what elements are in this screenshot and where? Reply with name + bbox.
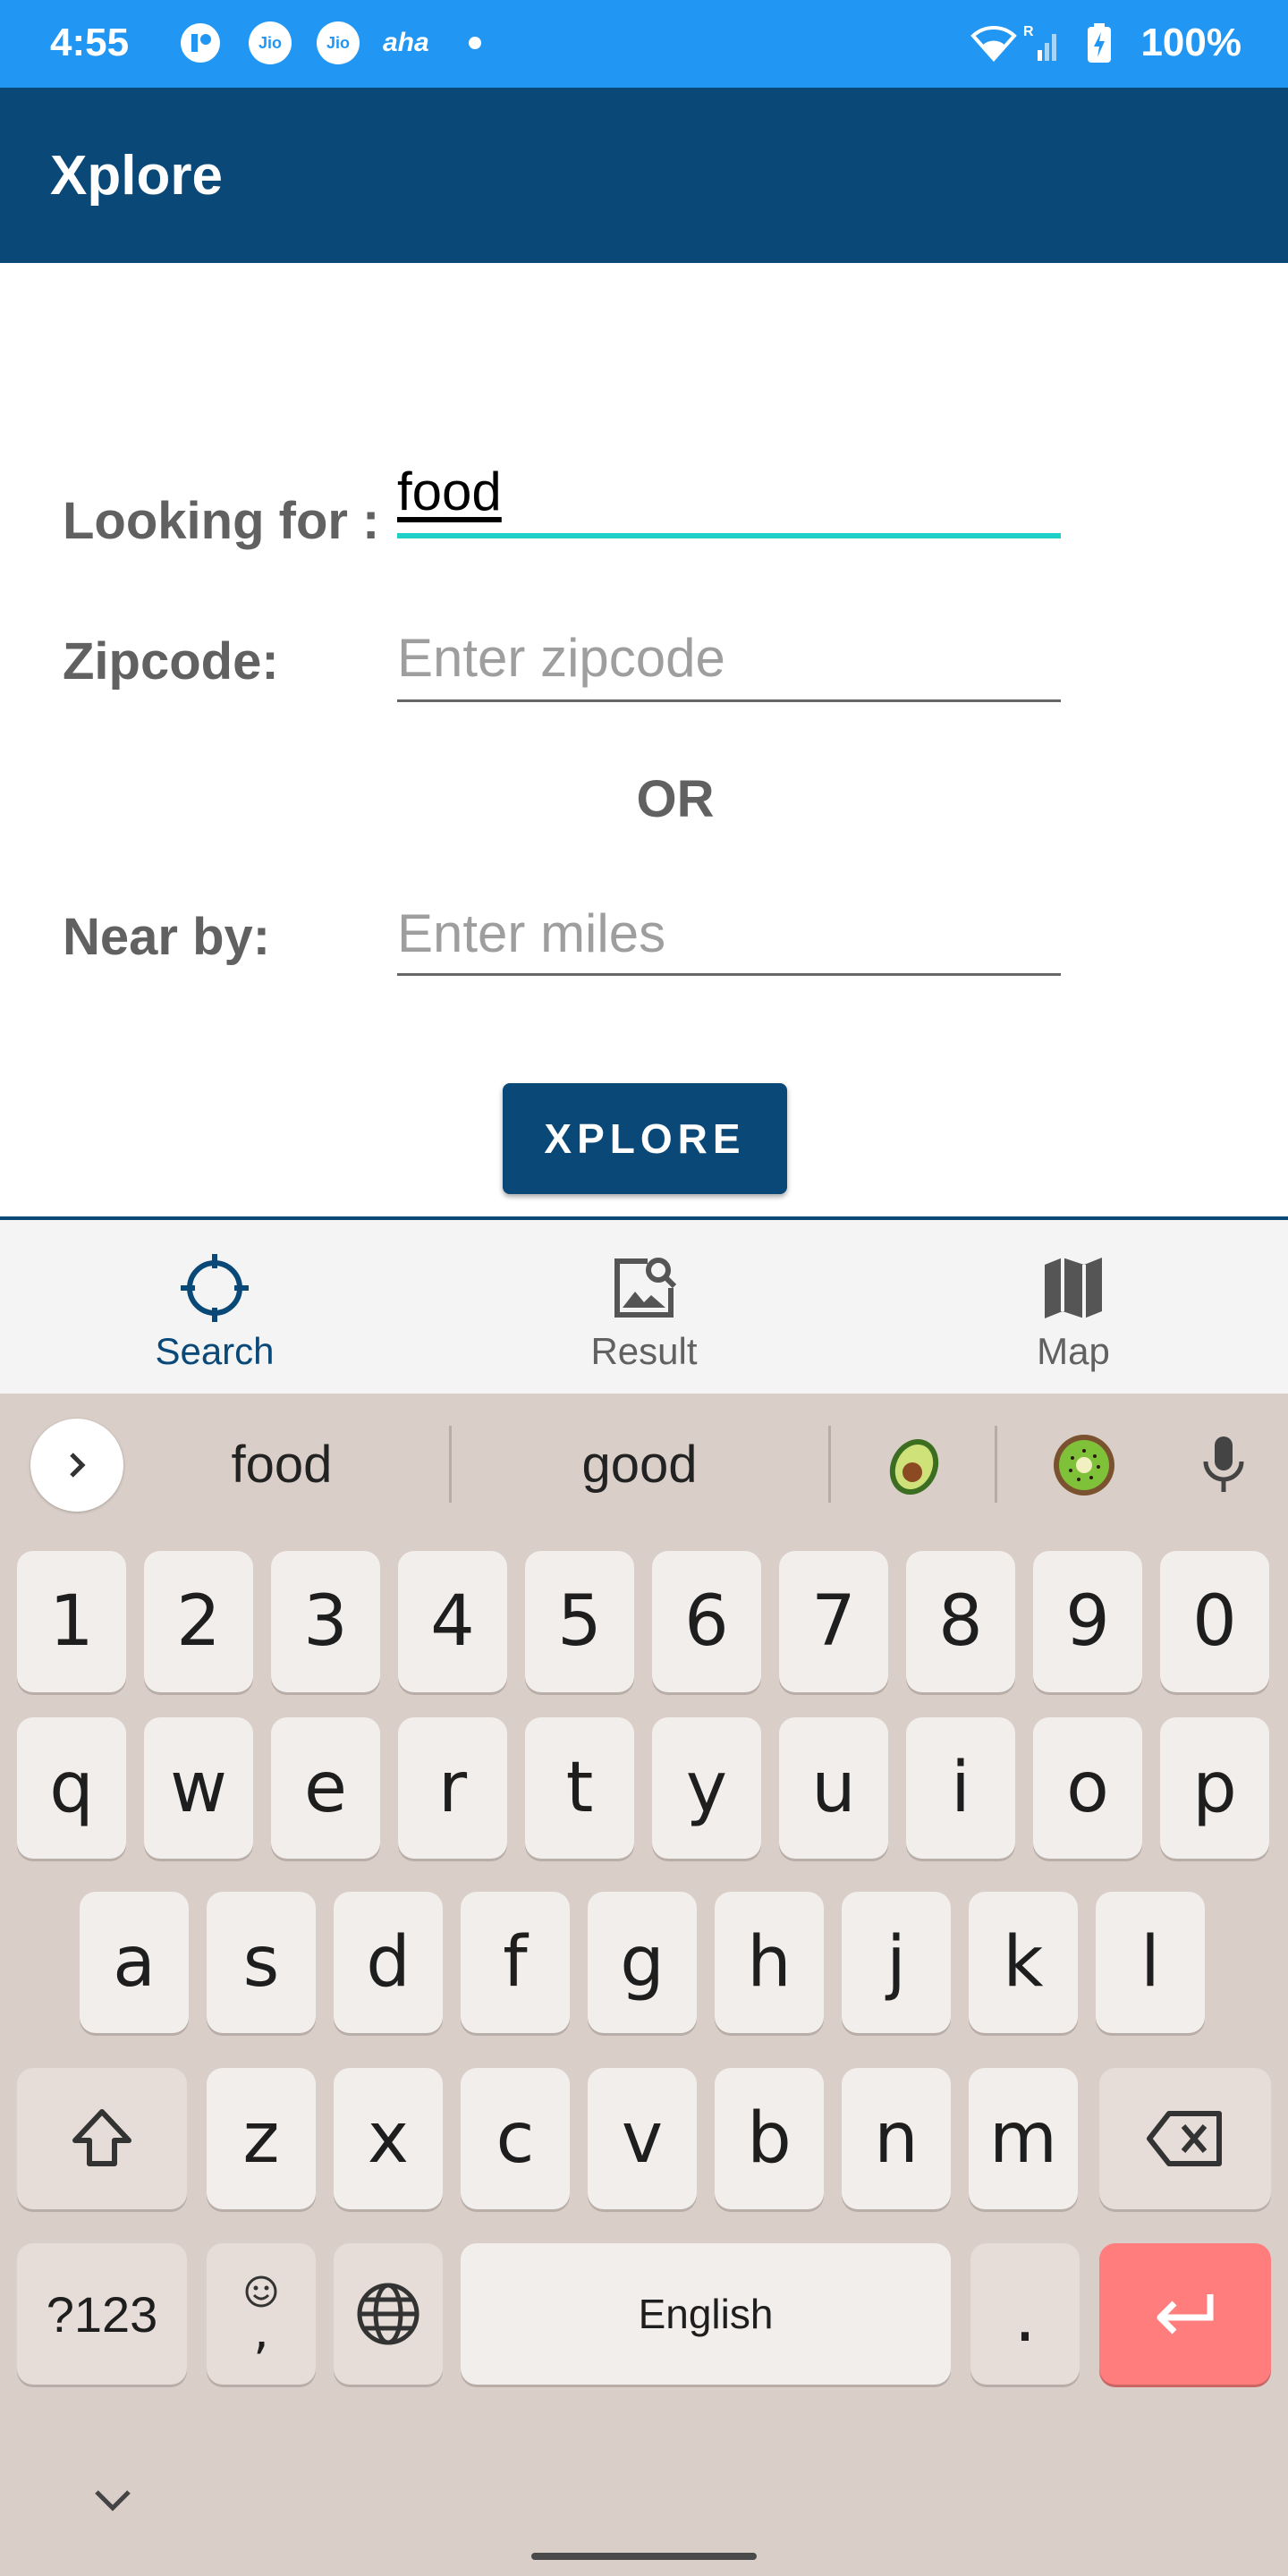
key-s[interactable]: s: [207, 1892, 316, 2033]
period-key[interactable]: .: [970, 2243, 1080, 2385]
nav-map[interactable]: Map: [859, 1220, 1288, 1394]
key-c[interactable]: c: [461, 2068, 570, 2209]
key-7[interactable]: 7: [779, 1551, 888, 1692]
key-x[interactable]: x: [334, 2068, 443, 2209]
comma-label: ,: [253, 2302, 269, 2360]
key-g[interactable]: g: [588, 1892, 697, 2033]
key-b[interactable]: b: [715, 2068, 824, 2209]
app-bar: Xplore: [0, 88, 1288, 263]
key-n[interactable]: n: [842, 2068, 951, 2209]
key-z[interactable]: z: [207, 2068, 316, 2209]
key-r[interactable]: r: [398, 1717, 507, 1859]
chevron-right-icon: [70, 1453, 86, 1478]
key-6[interactable]: 6: [652, 1551, 761, 1692]
voice-input-mic-icon[interactable]: [1195, 1429, 1252, 1501]
aha-icon: aha: [383, 28, 429, 57]
enter-key[interactable]: [1099, 2243, 1271, 2385]
bottom-navigation: Search Result Map: [0, 1216, 1288, 1394]
zipcode-input[interactable]: [397, 608, 1061, 707]
kiwi-emoji-suggestion[interactable]: [1048, 1429, 1120, 1501]
miles-underline: [397, 973, 1061, 976]
soft-keyboard: food good 1 2 3 4 5 6 7 8 9 0 q w e r t …: [0, 1394, 1288, 2576]
looking-for-label: Looking for :: [63, 492, 380, 550]
key-v[interactable]: v: [588, 2068, 697, 2209]
key-o[interactable]: o: [1033, 1717, 1142, 1859]
status-bar: 4:55 Jio Jio aha R 100%: [0, 0, 1288, 88]
status-time: 4:55: [50, 21, 130, 64]
nav-result[interactable]: Result: [429, 1220, 859, 1394]
suggestion-divider: [995, 1426, 997, 1503]
key-t[interactable]: t: [525, 1717, 634, 1859]
key-p[interactable]: p: [1160, 1717, 1269, 1859]
key-5[interactable]: 5: [525, 1551, 634, 1692]
key-j[interactable]: j: [842, 1892, 951, 2033]
suggestion-word[interactable]: food: [152, 1429, 411, 1501]
enter-arrow-icon: [1157, 2294, 1214, 2334]
key-u[interactable]: u: [779, 1717, 888, 1859]
avocado-emoji-suggestion[interactable]: [878, 1429, 950, 1501]
key-0[interactable]: 0: [1160, 1551, 1269, 1692]
jio-icon: Jio: [249, 21, 292, 64]
key-d[interactable]: d: [334, 1892, 443, 2033]
symbols-key[interactable]: ?123: [17, 2243, 187, 2385]
battery-percent: 100%: [1140, 21, 1241, 64]
notification-app-icon: [179, 21, 222, 64]
key-w[interactable]: w: [144, 1717, 253, 1859]
crosshair-icon: [179, 1252, 250, 1324]
spacebar-key[interactable]: English: [461, 2243, 951, 2385]
key-y[interactable]: y: [652, 1717, 761, 1859]
looking-for-input[interactable]: [397, 442, 1061, 540]
suggestion-divider: [449, 1426, 452, 1503]
backspace-key[interactable]: [1099, 2068, 1271, 2209]
jio-icon: Jio: [317, 21, 360, 64]
key-h[interactable]: h: [715, 1892, 824, 2033]
suggestion-divider: [828, 1426, 831, 1503]
expand-toolbar-button[interactable]: [30, 1419, 123, 1512]
key-a[interactable]: a: [80, 1892, 189, 2033]
hide-keyboard-chevron-icon[interactable]: [88, 2483, 138, 2523]
suggestion-word[interactable]: good: [510, 1429, 769, 1501]
wifi-icon: [970, 21, 1018, 64]
language-key[interactable]: [334, 2243, 443, 2385]
nav-label-map: Map: [1037, 1330, 1110, 1372]
zipcode-label: Zipcode:: [63, 632, 279, 691]
key-3[interactable]: 3: [271, 1551, 380, 1692]
shift-icon: [72, 2109, 131, 2166]
miles-input[interactable]: [397, 884, 1061, 982]
key-2[interactable]: 2: [144, 1551, 253, 1692]
nav-label-result: Result: [590, 1330, 698, 1372]
app-title: Xplore: [50, 145, 223, 207]
image-search-icon: [608, 1252, 680, 1324]
looking-for-underline: [397, 533, 1061, 538]
key-9[interactable]: 9: [1033, 1551, 1142, 1692]
xplore-button[interactable]: XPLORE: [503, 1083, 787, 1194]
key-4[interactable]: 4: [398, 1551, 507, 1692]
shift-key[interactable]: [17, 2068, 187, 2209]
backspace-icon: [1147, 2111, 1222, 2166]
nav-search[interactable]: Search: [0, 1220, 429, 1394]
comma-emoji-key[interactable]: ,: [207, 2243, 316, 2385]
signal-roaming-icon: R: [1021, 21, 1063, 64]
key-1[interactable]: 1: [17, 1551, 126, 1692]
suggestion-strip: food good: [0, 1394, 1288, 1535]
near-by-label: Near by:: [63, 908, 271, 966]
zipcode-underline: [397, 699, 1061, 702]
gesture-home-bar[interactable]: [531, 2553, 757, 2560]
key-q[interactable]: q: [17, 1717, 126, 1859]
key-8[interactable]: 8: [906, 1551, 1015, 1692]
key-f[interactable]: f: [461, 1892, 570, 2033]
svg-text:R: R: [1023, 24, 1034, 39]
nav-label-search: Search: [155, 1330, 275, 1372]
map-icon: [1038, 1252, 1109, 1324]
globe-icon: [357, 2283, 419, 2345]
key-l[interactable]: l: [1096, 1892, 1205, 2033]
battery-charging-icon: [1086, 21, 1113, 64]
key-e[interactable]: e: [271, 1717, 380, 1859]
key-m[interactable]: m: [969, 2068, 1078, 2209]
or-separator: OR: [636, 770, 715, 828]
key-i[interactable]: i: [906, 1717, 1015, 1859]
key-k[interactable]: k: [969, 1892, 1078, 2033]
more-notifications-dot-icon: [469, 21, 481, 64]
